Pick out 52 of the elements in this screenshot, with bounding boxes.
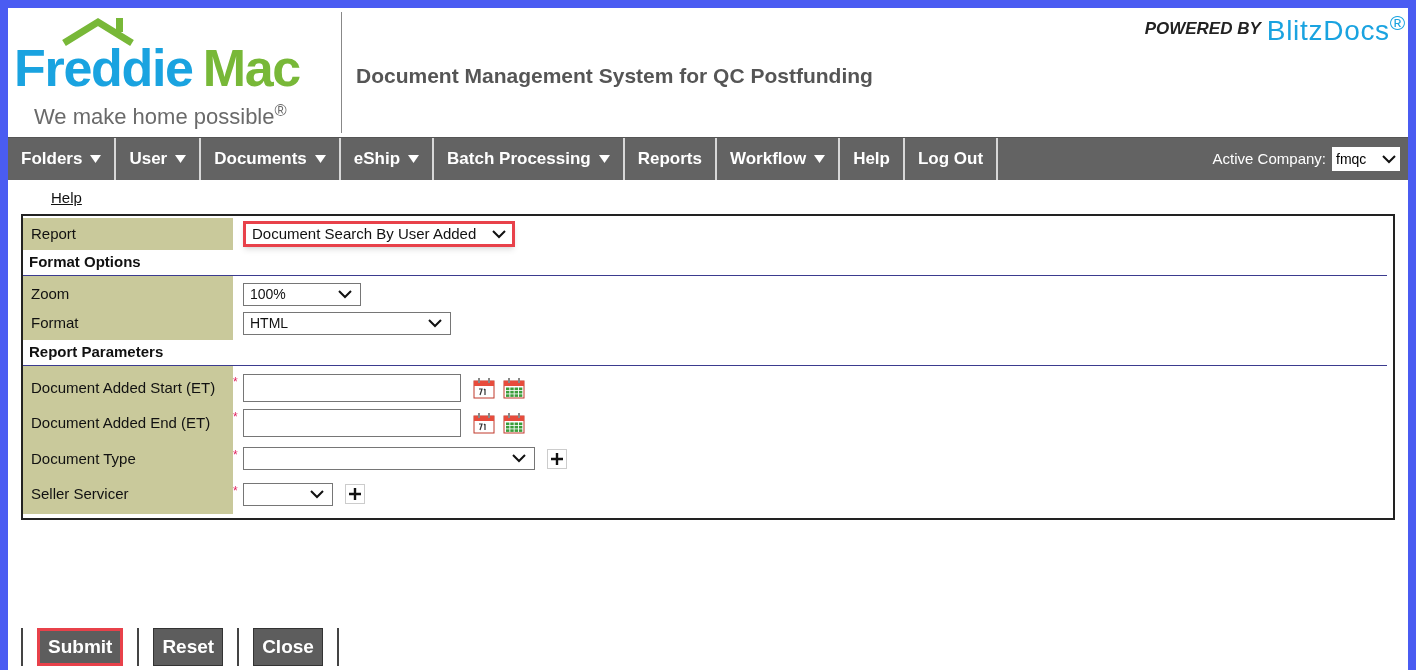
report-dropdown[interactable]: Document Search By User Added xyxy=(243,221,515,247)
field-label: Document Added End (ET) xyxy=(30,413,212,433)
action-button[interactable]: Submit xyxy=(37,628,124,666)
dropdown[interactable] xyxy=(243,482,333,506)
add-icon[interactable] xyxy=(345,484,365,505)
help-link[interactable]: Help xyxy=(51,189,82,206)
menu-item[interactable]: Workflow xyxy=(716,138,841,180)
calendar-grid-icon[interactable] xyxy=(503,376,525,399)
menu-item[interactable]: Reports xyxy=(624,138,717,180)
chevron-icon xyxy=(512,454,526,464)
calendar-icon[interactable] xyxy=(473,376,495,399)
chevron-icon xyxy=(310,489,324,499)
calendar-grid-icon[interactable] xyxy=(503,412,525,435)
brand-logo: BlitzDocs$^{®}$ xyxy=(1266,10,1406,48)
date-input-field[interactable] xyxy=(243,409,461,438)
menu-item[interactable]: Batch Processing xyxy=(434,138,625,180)
action-button[interactable]: Reset xyxy=(153,628,224,666)
chevron-icon xyxy=(1382,154,1396,164)
dropdown[interactable]: HTML xyxy=(243,312,451,335)
section-heading: Report Parameters xyxy=(29,342,164,363)
menu-item[interactable]: Help xyxy=(840,138,905,180)
logo-tagline: We make home possible$^{®}$ xyxy=(34,100,288,131)
menu-item[interactable]: Log Out xyxy=(904,138,999,180)
action-button[interactable]: Close xyxy=(253,628,323,666)
calendar-icon[interactable] xyxy=(473,412,495,435)
powered-by-label: POWERED BY xyxy=(1144,18,1261,40)
menu-item[interactable]: User xyxy=(116,138,202,180)
field-label: Document Added Start (ET) xyxy=(30,377,217,398)
active-company-label: Active Company: xyxy=(1212,148,1326,169)
menu-item[interactable]: Folders xyxy=(8,138,117,180)
section-heading: Format Options xyxy=(29,252,141,273)
field-label: Seller Servicer xyxy=(30,484,130,504)
chevron-icon xyxy=(338,290,352,299)
app-title: Document Management System for QC Postfunding xyxy=(356,62,873,89)
required-mark: * xyxy=(233,375,238,388)
field-label: Report xyxy=(23,218,233,250)
menu-item[interactable]: Documents xyxy=(201,138,341,180)
company-dropdown[interactable]: fmqc xyxy=(1332,147,1400,171)
menu-item[interactable]: eShip xyxy=(340,138,435,180)
dropdown[interactable] xyxy=(243,447,535,471)
chevron-icon xyxy=(492,229,506,239)
add-icon[interactable] xyxy=(547,448,567,469)
field-label: Format xyxy=(30,313,80,334)
required-mark: * xyxy=(233,484,238,497)
chevron-icon xyxy=(428,319,442,328)
field-label: Zoom xyxy=(30,284,71,305)
dropdown[interactable]: 100% xyxy=(243,283,361,306)
required-mark: * xyxy=(233,449,238,462)
required-mark: * xyxy=(233,411,238,424)
logo-wordmark: Freddie Mac xyxy=(14,42,300,94)
field-label: Document Type xyxy=(30,448,137,469)
date-input-field[interactable] xyxy=(243,373,461,402)
